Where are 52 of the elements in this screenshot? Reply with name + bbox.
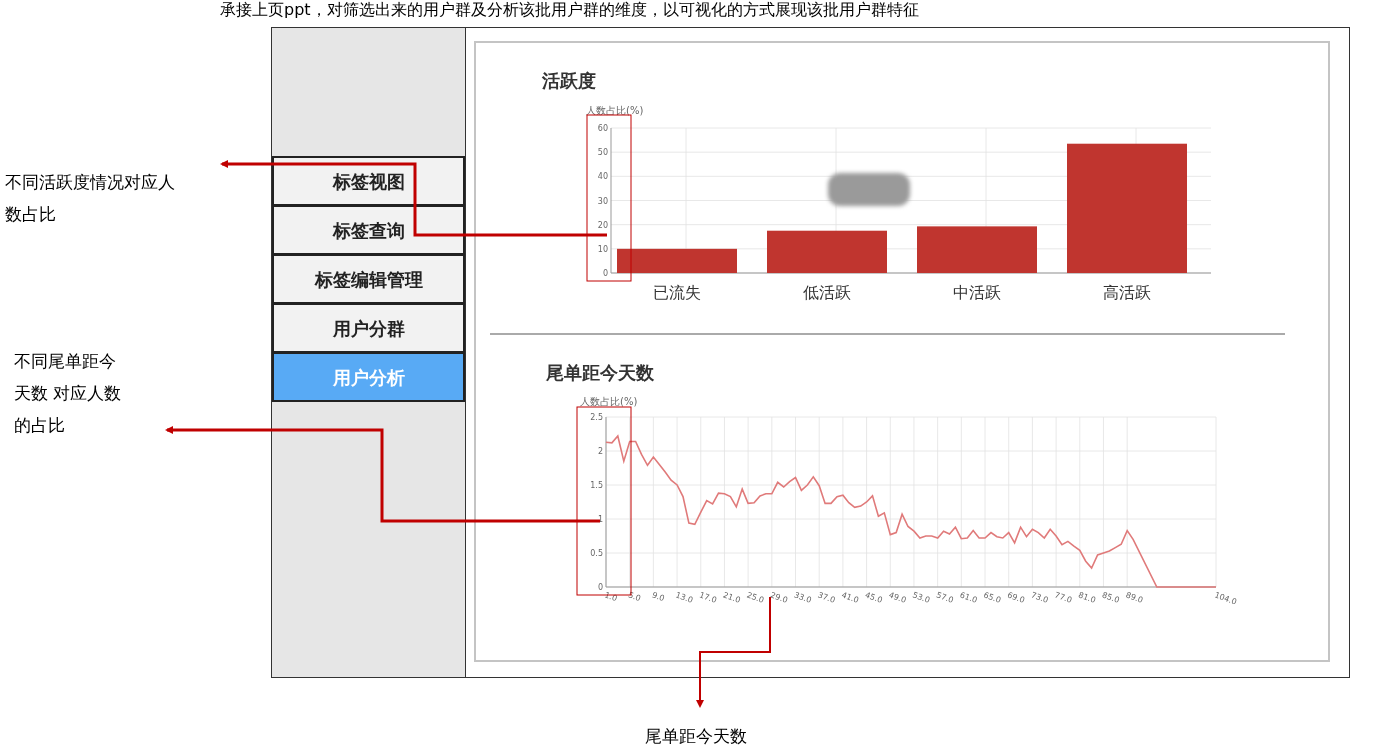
category-label: 已流失 [653,283,701,302]
annotation-note: 不同尾单距今 天数 对应人数 的占比 [14,350,122,437]
tick-label: 30 [597,196,608,206]
tick-label: 69.0 [1006,590,1026,605]
tick-label: 0 [597,583,603,592]
axis-title: 人数占比(%) [586,105,644,116]
menu-item[interactable]: 用户分群 [272,303,465,353]
tick-label: 20 [597,220,608,230]
caption: 承接上页ppt，对筛选出来的用户群及分析该批用户群的维度，以可视化的方式展现该批用户群特征 [220,0,919,20]
category-label: 中活跃 [953,283,1001,302]
section-title: 尾单距今天数 [546,361,654,385]
annotation-note: 不同活跃度情况对应人 数占比 [5,171,175,226]
tick-label: 1.5 [590,481,603,490]
section-title: 活跃度 [542,69,596,93]
tick-label: 21.0 [721,590,742,605]
tick-label: 29.0 [769,590,789,605]
tick-label: 2.5 [590,413,603,422]
tick-label: 0.5 [590,549,603,558]
tick-label: 13.0 [674,590,695,605]
tick-label: 77.0 [1053,590,1074,605]
tick-label: 25.0 [745,590,766,605]
menu-item[interactable]: 标签查询 [272,205,465,255]
tick-label: 17.0 [698,590,718,605]
tick-label: 73.0 [1029,590,1050,605]
tick-label: 81.0 [1077,590,1097,605]
menu-item[interactable]: 标签视图 [272,156,465,206]
tick-label: 1.0 [603,590,619,604]
tick-label: 61.0 [958,590,979,605]
menu-item[interactable]: 标签编辑管理 [272,254,465,304]
tick-label: 65.0 [982,590,1003,605]
tick-label: 89.0 [1124,590,1145,605]
category-label: 低活跃 [803,283,851,302]
tick-label: 104.0 [1213,590,1238,607]
tick-label: 33.0 [792,590,813,605]
tick-label: 50 [597,148,608,158]
category-label: 高活跃 [1103,283,1151,302]
tick-label: 57.0 [934,590,955,605]
tick-label: 0 [602,269,608,278]
tick-label: 5.0 [627,590,643,604]
tick-label: 2 [597,447,603,456]
tick-label: 85.0 [1100,590,1121,605]
tick-label: 10 [597,244,608,254]
tick-label: 45.0 [863,590,884,605]
tick-label: 41.0 [840,590,861,605]
tick-label: 53.0 [911,590,932,605]
annotation-note: 尾单距今天数 [645,725,747,748]
tick-label: 9.0 [650,590,666,604]
tick-label: 49.0 [887,590,908,605]
axis-title: 人数占比(%) [580,396,638,407]
tick-label: 40 [597,172,608,182]
tick-label: 37.0 [816,590,837,605]
tick-label: 60 [597,124,608,133]
